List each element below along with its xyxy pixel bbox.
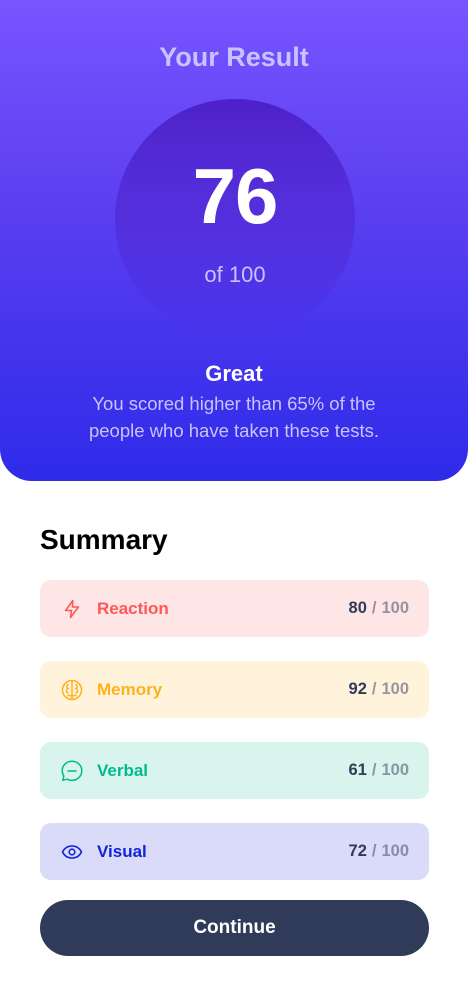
summary-item-score: 72: [348, 842, 367, 860]
summary-item-max: 100: [381, 599, 409, 617]
eye-icon: [60, 840, 84, 864]
score-value: 76: [192, 152, 279, 240]
summary-item-max: 100: [381, 842, 409, 860]
result-panel: Your Result 76 of 100 Great You scored h…: [0, 0, 468, 481]
summary-item-label: Visual: [97, 841, 147, 861]
summary-item-reaction: Reaction 80 / 100: [40, 580, 429, 637]
summary-item-label: Reaction: [97, 598, 169, 618]
chat-bubble-icon: [60, 759, 84, 783]
score-max-label: of 100: [204, 262, 266, 287]
summary-item-score: 61: [348, 761, 367, 779]
summary-item-separator: /: [371, 599, 377, 617]
brain-icon: [60, 678, 84, 702]
summary-item-memory: Memory 92 / 100: [40, 661, 429, 718]
summary-item-label: Memory: [97, 679, 163, 699]
summary-item-visual: Visual 72 / 100: [40, 823, 429, 880]
summary-item-max: 100: [381, 680, 409, 698]
rating-description: You scored higher than 65% of the people…: [88, 393, 380, 441]
lightning-icon: [60, 597, 84, 621]
summary-item-score: 92: [348, 680, 367, 698]
summary-item-verbal: Verbal 61 / 100: [40, 742, 429, 799]
rating-label: Great: [205, 361, 263, 386]
summary-item-max: 100: [381, 761, 409, 779]
summary-item-separator: /: [371, 680, 377, 698]
summary-title: Summary: [40, 524, 168, 555]
summary-item-score: 80: [348, 599, 367, 617]
result-title: Your Result: [159, 42, 309, 72]
summary-item-label: Verbal: [97, 760, 149, 780]
summary-item-separator: /: [371, 761, 377, 779]
summary-item-separator: /: [371, 842, 377, 860]
score-circle: 76 of 100: [115, 99, 355, 339]
continue-button[interactable]: Continue: [40, 900, 429, 956]
